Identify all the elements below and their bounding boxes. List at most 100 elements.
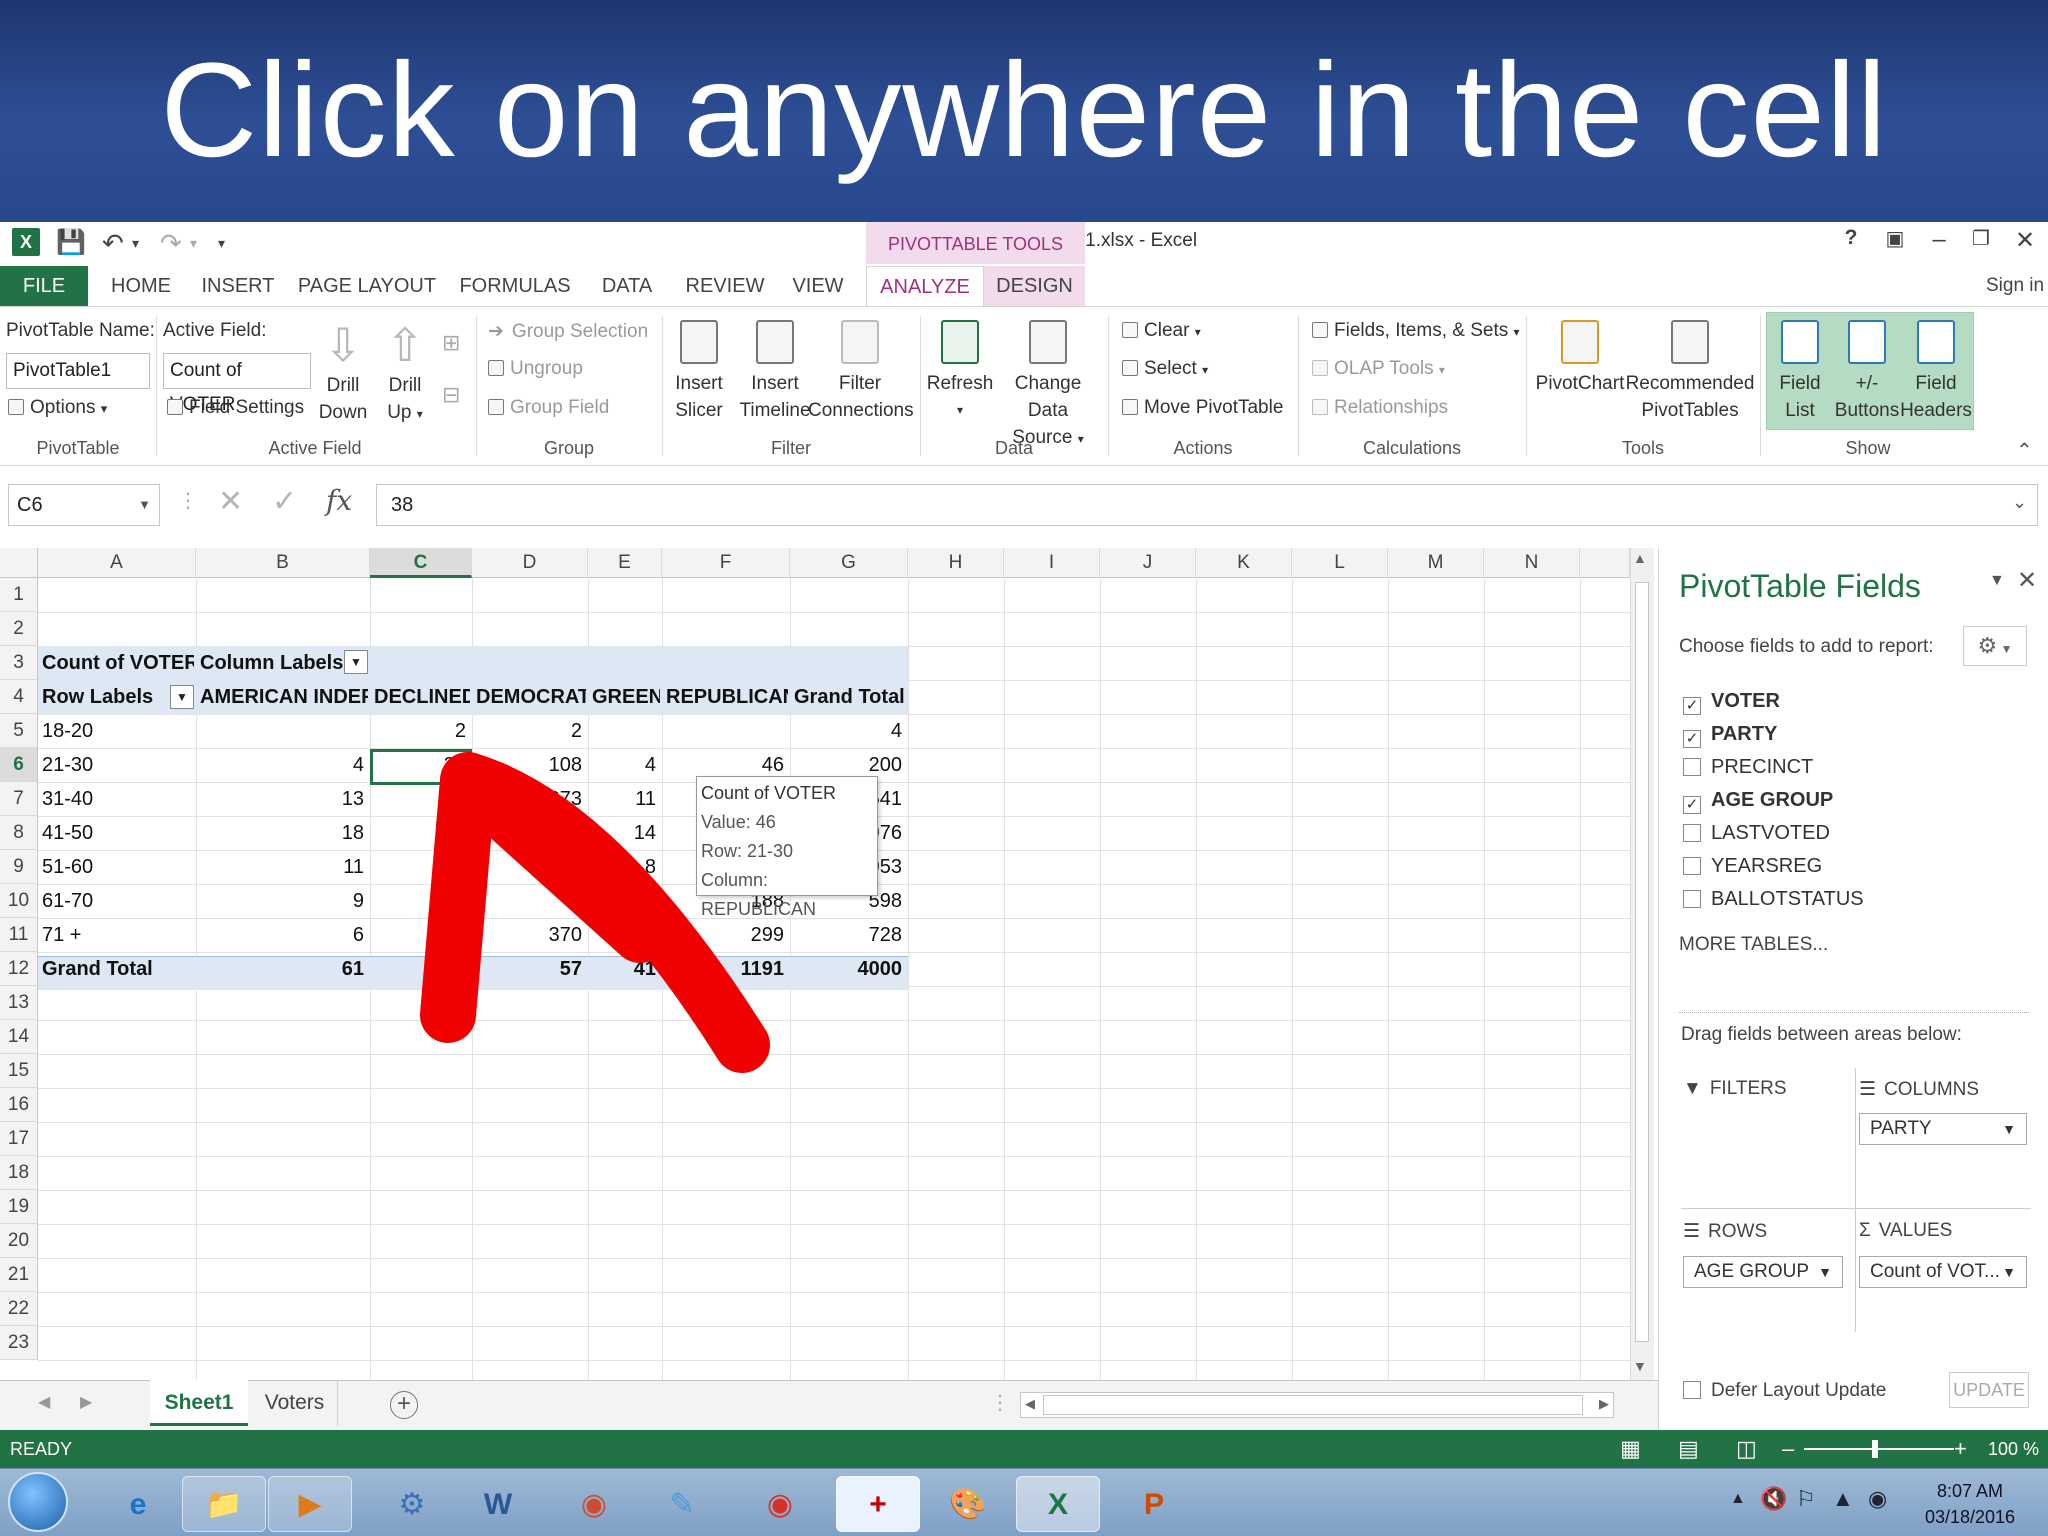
tab-insert[interactable]: INSERT <box>196 266 280 306</box>
tab-file[interactable]: FILE <box>0 266 88 306</box>
powerpoint-icon[interactable]: P <box>1112 1476 1196 1532</box>
scroll-up-icon[interactable]: ▲ <box>1633 550 1647 566</box>
collapse-field-icon[interactable]: ⊟ <box>442 382 460 408</box>
fields-items-sets-button[interactable]: Fields, Items, & Sets ▾ <box>1312 320 1520 342</box>
pivot-value-cell[interactable]: 14 <box>592 816 660 850</box>
column-header-f[interactable]: F <box>662 548 790 578</box>
zoom-slider-track[interactable] <box>1804 1448 1954 1450</box>
row-header-7[interactable]: 7 <box>0 782 38 816</box>
row-header-14[interactable]: 14 <box>0 1020 38 1054</box>
new-sheet-button[interactable]: + <box>390 1391 418 1419</box>
field-checkbox[interactable] <box>1683 758 1701 776</box>
start-button[interactable] <box>8 1472 68 1532</box>
zoom-out-icon[interactable]: – <box>1782 1430 1794 1468</box>
active-field-input[interactable]: Count of VOTER <box>163 353 311 415</box>
pane-close-icon[interactable]: ✕ <box>2017 566 2037 595</box>
move-pivottable-button[interactable]: Move PivotTable <box>1122 397 1283 419</box>
select-all-corner[interactable] <box>0 548 38 578</box>
pivot-value-cell[interactable]: 2 <box>374 714 470 748</box>
drill-down-button[interactable]: ⇩ Drill Down <box>316 318 370 426</box>
tab-analyze[interactable]: ANALYZE <box>866 266 984 306</box>
pivot-row-label[interactable]: 71 + <box>42 918 194 952</box>
hscroll-left-icon[interactable]: ◀ <box>1025 1396 1035 1412</box>
row-header-21[interactable]: 21 <box>0 1258 38 1292</box>
pivot-value-cell[interactable]: 8 <box>592 850 660 884</box>
row-header-20[interactable]: 20 <box>0 1224 38 1258</box>
name-box[interactable]: C6 ▼ <box>8 484 160 526</box>
pivot-value-cell[interactable]: 2 <box>592 884 660 918</box>
pivot-value-cell[interactable] <box>666 714 788 748</box>
pivot-value-cell[interactable]: 108 <box>476 748 586 782</box>
change-data-source-button[interactable]: Change Data Source ▾ <box>994 320 1102 453</box>
row-header-1[interactable]: 1 <box>0 578 38 612</box>
sheet-tab-sheet1[interactable]: Sheet1 <box>150 1380 248 1426</box>
column-header-d[interactable]: D <box>472 548 588 578</box>
pivot-row-label[interactable]: 41-50 <box>42 816 194 850</box>
pivot-grand-total-value[interactable]: 1191 <box>666 952 788 986</box>
column-header-n[interactable]: N <box>1484 548 1580 578</box>
tray-volume-icon[interactable]: 🔇 <box>1760 1486 1787 1512</box>
paint-icon[interactable]: 🎨 <box>926 1476 1010 1532</box>
rows-field-dropdown-icon[interactable]: ▼ <box>1818 1257 1832 1287</box>
drill-up-button[interactable]: ⇧ Drill Up ▾ <box>378 318 432 428</box>
pivot-value-cell[interactable] <box>200 714 368 748</box>
pivot-value-cell[interactable]: 11 <box>200 850 368 884</box>
page-layout-view-icon[interactable]: ▤ <box>1678 1430 1699 1468</box>
tray-action-center-icon[interactable]: ⚐ <box>1796 1486 1816 1512</box>
column-header-g[interactable]: G <box>790 548 908 578</box>
pivot-column-header[interactable]: DECLINED <box>374 680 470 714</box>
pivot-row-label[interactable]: 51-60 <box>42 850 194 884</box>
pivot-value-cell[interactable] <box>476 850 586 884</box>
tab-home[interactable]: HOME <box>100 266 182 306</box>
pivot-value-cell[interactable] <box>374 816 470 850</box>
row-header-17[interactable]: 17 <box>0 1122 38 1156</box>
update-button[interactable]: UPDATE <box>1949 1372 2029 1408</box>
pivot-value-cell[interactable]: 18 <box>200 816 368 850</box>
insert-slicer-button[interactable]: Insert Slicer <box>664 320 734 424</box>
pivot-value-cell[interactable]: 4 <box>794 714 906 748</box>
recommended-pivottables-button[interactable]: Recommended PivotTables <box>1624 320 1756 424</box>
column-header-l[interactable]: L <box>1292 548 1388 578</box>
excel-taskbar-icon[interactable]: X <box>1016 1476 1100 1532</box>
scroll-down-icon[interactable]: ▼ <box>1633 1358 1647 1374</box>
insert-function-icon[interactable]: fx <box>326 484 352 517</box>
row-header-22[interactable]: 22 <box>0 1292 38 1326</box>
hscroll-thumb[interactable] <box>1043 1395 1583 1415</box>
plus-minus-buttons-button[interactable]: +/- Buttons <box>1832 320 1902 424</box>
pivot-column-header[interactable]: DEMOCRAT <box>476 680 586 714</box>
field-checkbox[interactable]: ✓ <box>1683 730 1701 748</box>
field-checkbox[interactable] <box>1683 857 1701 875</box>
chrome-icon[interactable]: ◉ <box>738 1476 822 1532</box>
pane-settings-gear-icon[interactable]: ⚙ ▼ <box>1963 626 2027 666</box>
pivot-column-header[interactable]: Grand Total <box>794 680 906 714</box>
column-header-e[interactable]: E <box>588 548 662 578</box>
row-header-13[interactable]: 13 <box>0 986 38 1020</box>
clear-button[interactable]: Clear ▾ <box>1122 320 1201 342</box>
field-item-voter[interactable]: ✓ VOTER <box>1683 690 1780 715</box>
expand-field-icon[interactable]: ⊞ <box>442 330 460 356</box>
notepad-icon[interactable]: ✎ <box>640 1476 724 1532</box>
vertical-scrollbar[interactable]: ▲ ▼ <box>1630 548 1654 1380</box>
column-header-a[interactable]: A <box>38 548 196 578</box>
sheet-splitter-icon[interactable]: ⋮ <box>990 1390 1010 1415</box>
pivot-value-cell[interactable]: 13 <box>200 782 368 816</box>
pivot-value-cell[interactable]: 4 <box>200 748 368 782</box>
tab-design[interactable]: DESIGN <box>984 266 1085 306</box>
pivot-value-cell[interactable] <box>592 714 660 748</box>
pivot-value-cell[interactable]: 11 <box>592 782 660 816</box>
sheet-scroll-left-icon[interactable]: ◀ <box>38 1392 50 1412</box>
word-icon[interactable]: W <box>456 1476 540 1532</box>
pivot-value-cell[interactable]: 4 <box>592 748 660 782</box>
row-header-19[interactable]: 19 <box>0 1190 38 1224</box>
pivot-value-cell[interactable]: 9 <box>200 884 368 918</box>
values-field-count-voter[interactable]: Count of VOT... ▼ <box>1859 1256 2027 1288</box>
pivot-column-header[interactable]: AMERICAN INDEP <box>200 680 368 714</box>
page-break-view-icon[interactable]: ◫ <box>1736 1430 1757 1468</box>
field-item-age-group[interactable]: ✓ AGE GROUP <box>1683 789 1833 814</box>
pivot-values-header[interactable]: Count of VOTER <box>42 646 194 680</box>
refresh-dropdown-icon[interactable]: ▾ <box>922 397 998 424</box>
column-header-j[interactable]: J <box>1100 548 1196 578</box>
help-icon[interactable]: ? <box>1832 226 1870 250</box>
pivot-value-cell[interactable] <box>374 918 470 952</box>
tab-formulas[interactable]: FORMULAS <box>456 266 574 306</box>
